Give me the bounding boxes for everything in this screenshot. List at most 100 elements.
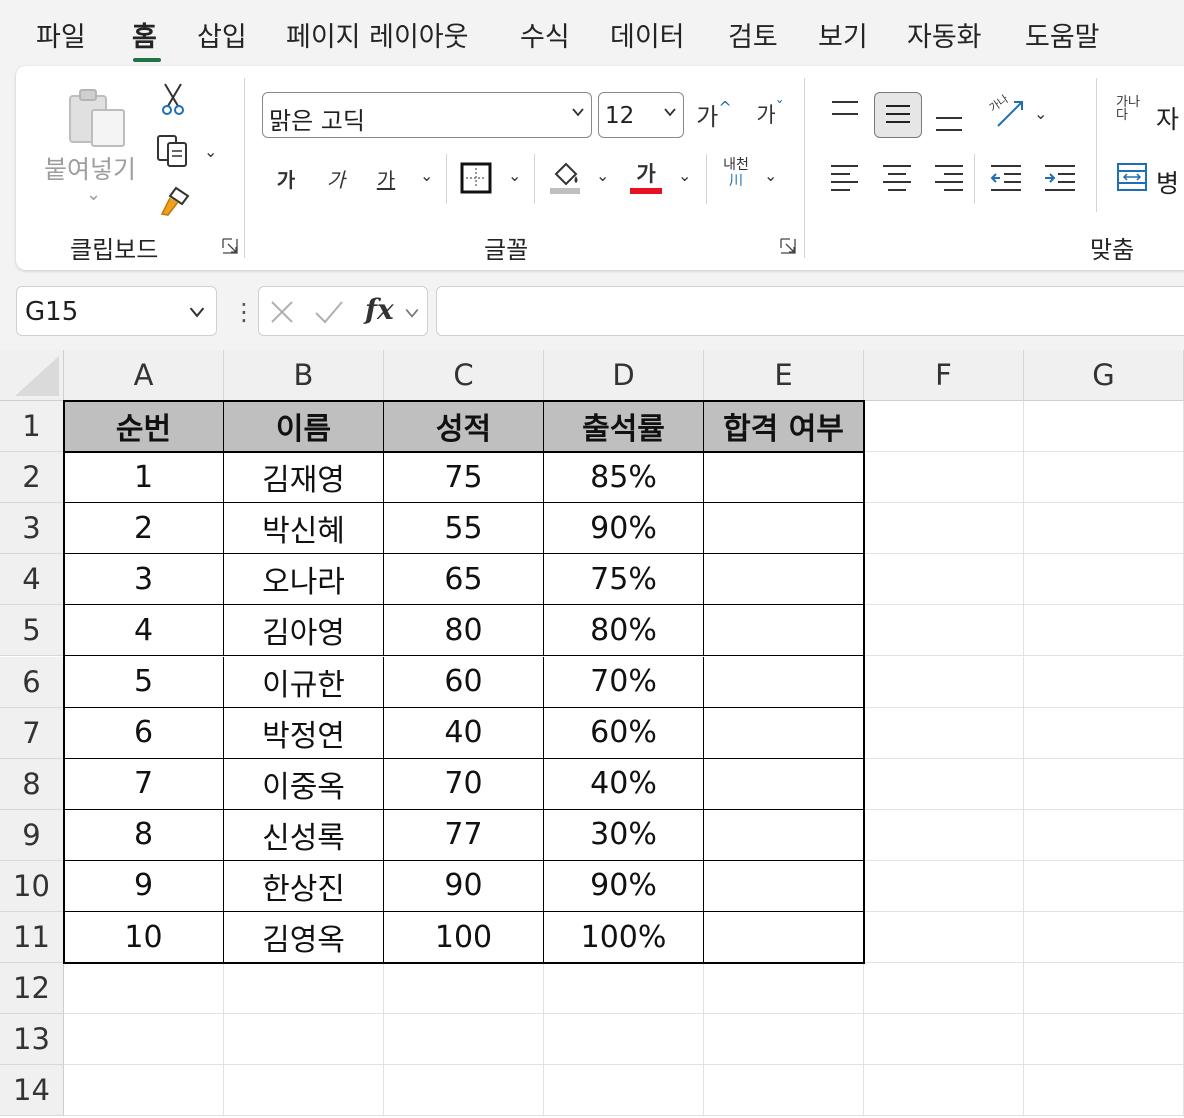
- cell-d9[interactable]: 30%: [544, 809, 704, 861]
- font-dialog-launcher-icon[interactable]: [780, 238, 796, 254]
- cell-b4[interactable]: 오나라: [224, 554, 384, 606]
- cell-b8[interactable]: 이중옥: [224, 758, 384, 810]
- cell-a6[interactable]: 5: [64, 656, 224, 708]
- column-header-e[interactable]: E: [704, 350, 864, 401]
- increase-indent-icon[interactable]: [1042, 162, 1078, 194]
- cell-a9[interactable]: 8: [64, 809, 224, 861]
- wrap-text-icon[interactable]: 가나 다: [1116, 96, 1156, 136]
- cell-b14[interactable]: [224, 1065, 384, 1117]
- phonetic-guide-dropdown-icon[interactable]: ⌄: [764, 166, 777, 185]
- name-box[interactable]: G15: [16, 286, 217, 336]
- font-color-button[interactable]: 가: [628, 156, 664, 196]
- column-header-b[interactable]: B: [224, 350, 384, 401]
- decrease-indent-icon[interactable]: [988, 162, 1024, 194]
- chevron-down-icon[interactable]: [188, 303, 206, 321]
- cell-g11[interactable]: [1024, 912, 1184, 964]
- copy-dropdown-icon[interactable]: ⌄: [204, 142, 217, 161]
- cell-b9[interactable]: 신성록: [224, 809, 384, 861]
- tab-help[interactable]: 도움말: [1025, 18, 1100, 58]
- cell-c8[interactable]: 70: [384, 758, 544, 810]
- cell-b10[interactable]: 한상진: [224, 860, 384, 912]
- cell-d1[interactable]: 출석률: [544, 401, 704, 453]
- cell-c12[interactable]: [384, 963, 544, 1015]
- cell-a5[interactable]: 4: [64, 605, 224, 657]
- cell-d3[interactable]: 90%: [544, 503, 704, 555]
- cell-f5[interactable]: [864, 605, 1024, 657]
- align-right-icon[interactable]: [932, 162, 966, 194]
- cell-e3[interactable]: [704, 503, 864, 555]
- cell-b1[interactable]: 이름: [224, 401, 384, 453]
- cell-f13[interactable]: [864, 1014, 1024, 1066]
- row-header-11[interactable]: 11: [0, 912, 64, 964]
- cell-g9[interactable]: [1024, 809, 1184, 861]
- fill-color-icon[interactable]: [548, 160, 582, 196]
- tab-formulas[interactable]: 수식: [520, 18, 570, 58]
- paste-dropdown-icon[interactable]: ⌄: [86, 184, 101, 205]
- cell-a2[interactable]: 1: [64, 452, 224, 504]
- cell-c5[interactable]: 80: [384, 605, 544, 657]
- enter-icon[interactable]: [313, 299, 345, 325]
- font-size-select[interactable]: 12: [598, 92, 684, 138]
- row-header-6[interactable]: 6: [0, 656, 64, 708]
- tab-automate[interactable]: 자동화: [907, 18, 982, 58]
- cell-g7[interactable]: [1024, 707, 1184, 759]
- cell-f7[interactable]: [864, 707, 1024, 759]
- underline-button[interactable]: 가: [368, 158, 404, 198]
- row-header-8[interactable]: 8: [0, 758, 64, 810]
- phonetic-guide-button[interactable]: 내천 川: [716, 158, 756, 198]
- row-header-5[interactable]: 5: [0, 605, 64, 657]
- cell-e9[interactable]: [704, 809, 864, 861]
- cell-e5[interactable]: [704, 605, 864, 657]
- cell-f1[interactable]: [864, 401, 1024, 453]
- cell-g12[interactable]: [1024, 963, 1184, 1015]
- more-options-icon[interactable]: ⋮: [232, 298, 256, 326]
- cell-c13[interactable]: [384, 1014, 544, 1066]
- cell-c3[interactable]: 55: [384, 503, 544, 555]
- cell-b3[interactable]: 박신혜: [224, 503, 384, 555]
- cell-e10[interactable]: [704, 860, 864, 912]
- align-center-icon[interactable]: [880, 162, 914, 194]
- cell-e14[interactable]: [704, 1065, 864, 1117]
- tab-file[interactable]: 파일: [36, 18, 86, 58]
- cell-a4[interactable]: 3: [64, 554, 224, 606]
- cell-e11[interactable]: [704, 912, 864, 964]
- row-header-3[interactable]: 3: [0, 503, 64, 555]
- cell-g8[interactable]: [1024, 758, 1184, 810]
- merge-center-button[interactable]: 병: [1156, 164, 1179, 200]
- cell-e7[interactable]: [704, 707, 864, 759]
- tab-view[interactable]: 보기: [818, 18, 868, 58]
- cell-c7[interactable]: 40: [384, 707, 544, 759]
- clipboard-dialog-launcher-icon[interactable]: [222, 238, 238, 254]
- tab-page-layout[interactable]: 페이지 레이아웃: [286, 18, 468, 58]
- cell-g1[interactable]: [1024, 401, 1184, 453]
- tab-review[interactable]: 검토: [728, 18, 778, 58]
- decrease-font-size-button[interactable]: 가ˇ: [748, 96, 792, 132]
- row-header-9[interactable]: 9: [0, 809, 64, 861]
- cell-e1[interactable]: 합격 여부: [704, 401, 864, 453]
- cell-c4[interactable]: 65: [384, 554, 544, 606]
- cell-f6[interactable]: [864, 656, 1024, 708]
- cell-e13[interactable]: [704, 1014, 864, 1066]
- cell-e8[interactable]: [704, 758, 864, 810]
- insert-function-button[interactable]: fx: [365, 293, 394, 326]
- cell-g2[interactable]: [1024, 452, 1184, 504]
- row-header-12[interactable]: 12: [0, 963, 64, 1015]
- cell-c14[interactable]: [384, 1065, 544, 1117]
- cell-b5[interactable]: 김아영: [224, 605, 384, 657]
- merge-center-icon[interactable]: [1116, 162, 1148, 192]
- cell-d4[interactable]: 75%: [544, 554, 704, 606]
- select-all-corner[interactable]: [0, 350, 64, 401]
- cell-d7[interactable]: 60%: [544, 707, 704, 759]
- row-header-1[interactable]: 1: [0, 401, 64, 453]
- cell-e12[interactable]: [704, 963, 864, 1015]
- cell-f11[interactable]: [864, 912, 1024, 964]
- cell-a13[interactable]: [64, 1014, 224, 1066]
- cancel-icon[interactable]: [269, 299, 295, 325]
- cell-d2[interactable]: 85%: [544, 452, 704, 504]
- cell-g5[interactable]: [1024, 605, 1184, 657]
- cell-c1[interactable]: 성적: [384, 401, 544, 453]
- cell-b7[interactable]: 박정연: [224, 707, 384, 759]
- cell-f12[interactable]: [864, 963, 1024, 1015]
- cell-b13[interactable]: [224, 1014, 384, 1066]
- bold-button[interactable]: 가: [268, 158, 304, 198]
